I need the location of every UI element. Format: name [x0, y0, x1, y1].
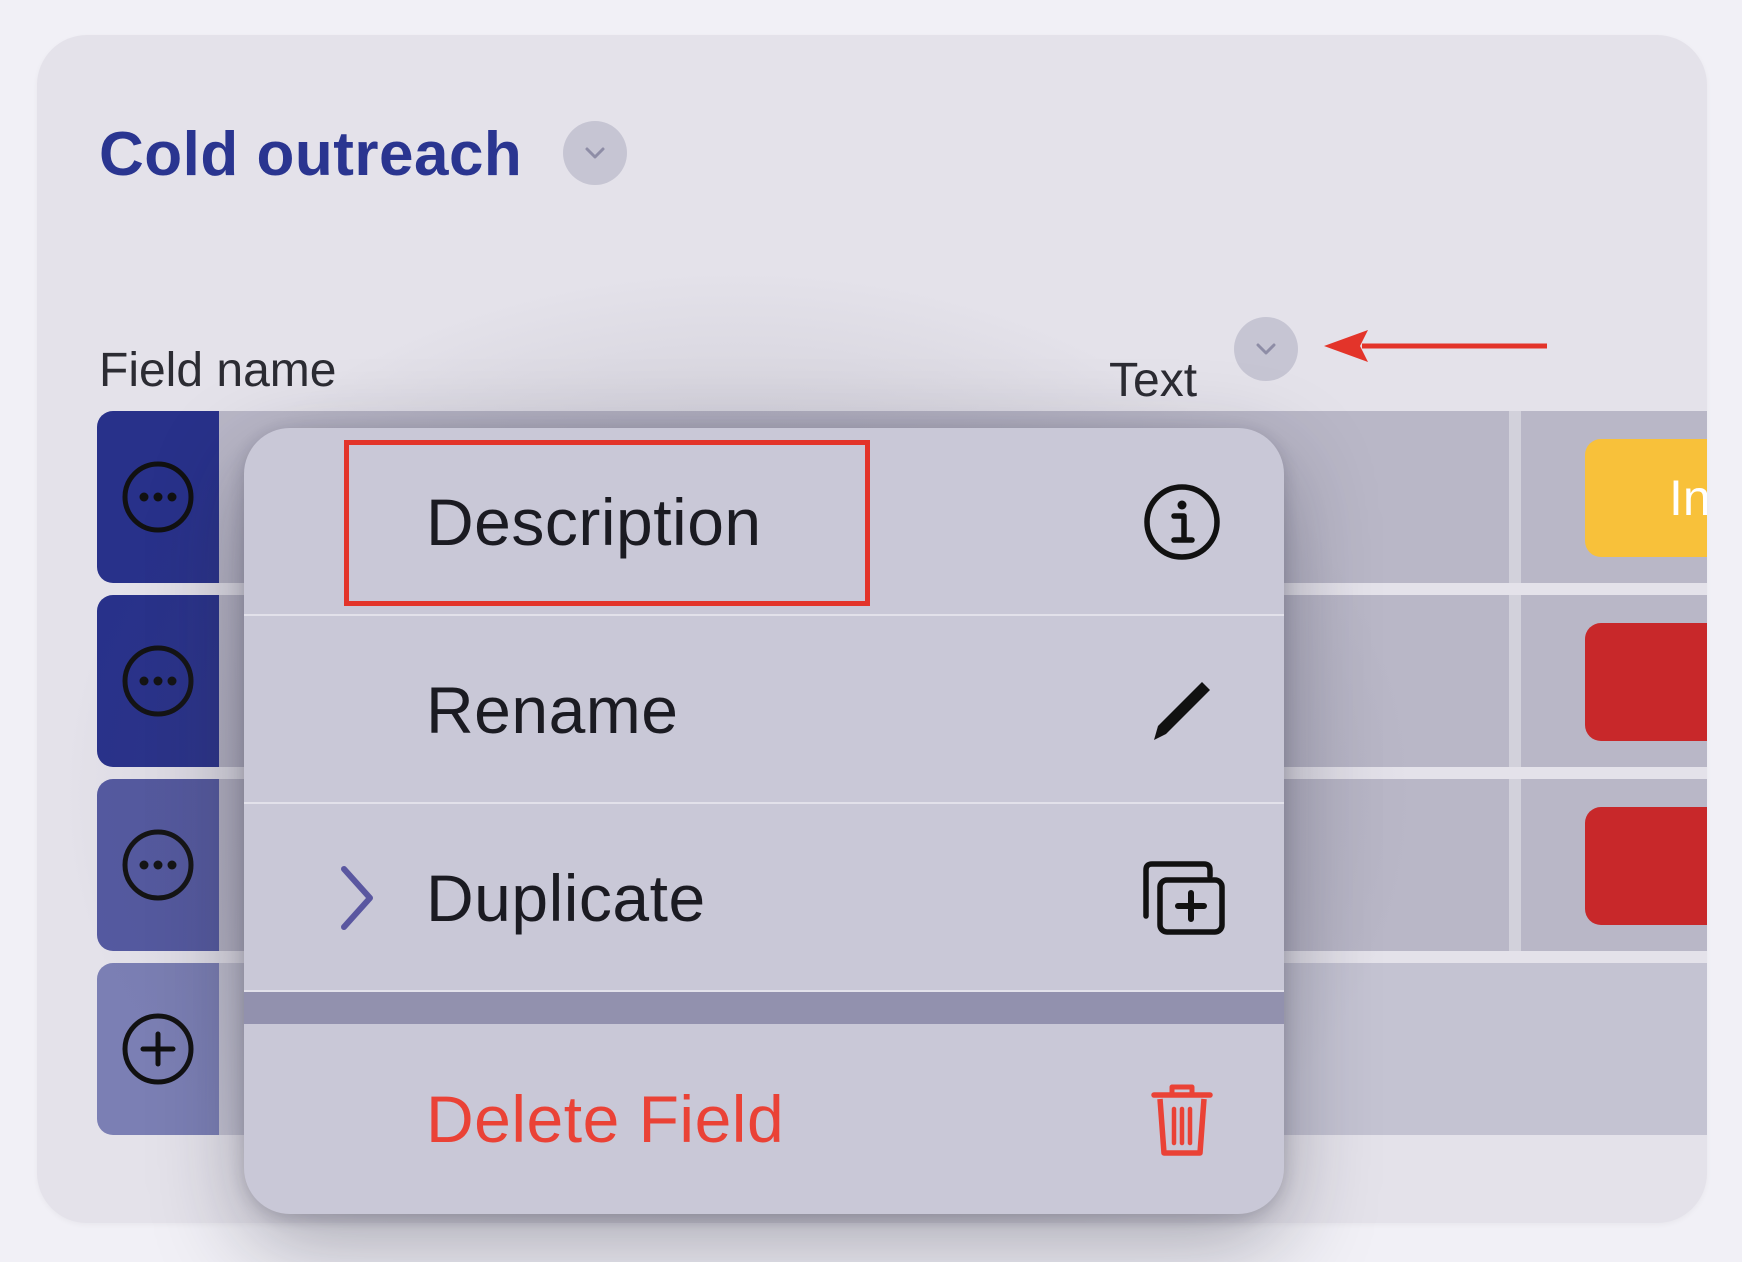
field-name-label: Field name	[99, 344, 337, 397]
trash-icon	[1140, 1077, 1224, 1161]
chevron-down-icon	[1256, 343, 1276, 355]
more-icon	[122, 645, 194, 717]
field-type-value[interactable]: Text	[1109, 353, 1197, 408]
column-divider	[1509, 779, 1521, 951]
annotation-arrow-icon	[1324, 330, 1547, 362]
add-icon	[122, 1013, 194, 1085]
status-badge[interactable]	[1585, 807, 1707, 925]
page-title[interactable]: Cold outreach	[99, 115, 522, 195]
row-menu-button[interactable]	[97, 411, 219, 583]
menu-item-rename[interactable]: Rename	[244, 616, 1284, 804]
add-row-button[interactable]	[97, 963, 219, 1135]
menu-item-duplicate[interactable]: Duplicate	[244, 804, 1284, 992]
column-divider	[1509, 595, 1521, 767]
menu-item-label: Duplicate	[426, 861, 706, 935]
chevron-right-icon	[341, 866, 373, 930]
field-type-dropdown-button[interactable]	[1234, 317, 1298, 381]
more-icon	[122, 829, 194, 901]
info-icon	[1140, 480, 1224, 564]
status-badge[interactable]: In	[1585, 439, 1707, 557]
pencil-icon	[1140, 668, 1224, 752]
menu-item-delete-field[interactable]: Delete Field	[244, 1024, 1284, 1214]
status-badge[interactable]	[1585, 623, 1707, 741]
more-icon	[122, 461, 194, 533]
column-divider	[1509, 411, 1521, 583]
menu-section-separator	[244, 992, 1284, 1024]
annotation-highlight-box	[344, 440, 870, 606]
menu-item-label: Delete Field	[426, 1082, 785, 1156]
duplicate-icon	[1134, 856, 1230, 940]
title-dropdown-button[interactable]	[563, 121, 627, 185]
chevron-down-icon	[585, 147, 605, 159]
row-menu-button[interactable]	[97, 779, 219, 951]
menu-item-label: Rename	[426, 673, 679, 747]
row-menu-button[interactable]	[97, 595, 219, 767]
